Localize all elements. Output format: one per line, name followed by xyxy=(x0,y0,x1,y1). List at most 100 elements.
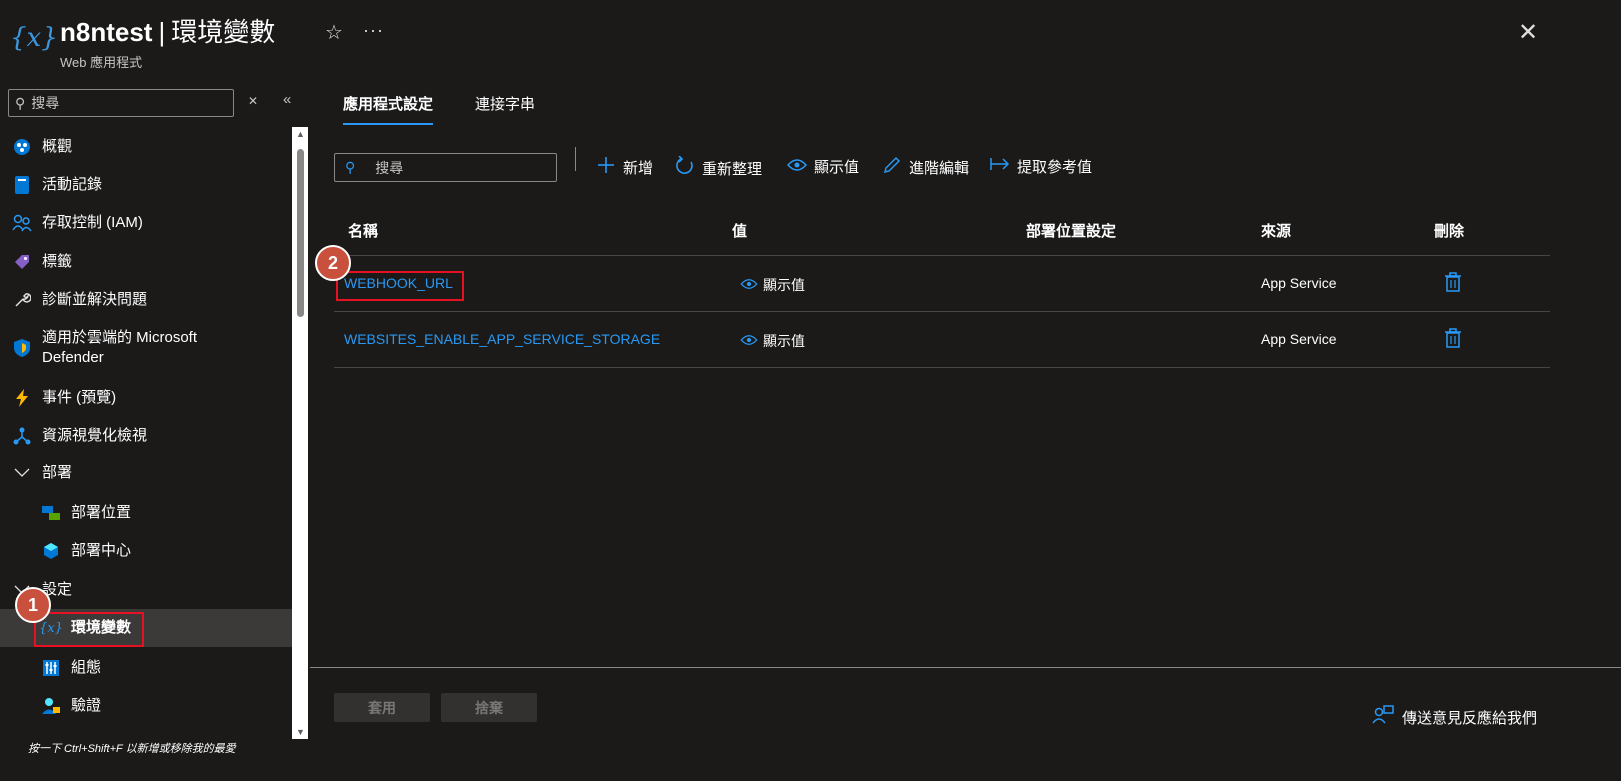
search-placeholder: 搜尋 xyxy=(31,95,60,111)
overview-icon xyxy=(12,137,32,157)
pull-reference-button[interactable]: 提取參考值 xyxy=(989,156,1092,177)
settings-search-input[interactable]: ⚲ 搜尋 xyxy=(334,153,557,182)
title-separator: | xyxy=(158,17,166,47)
main-content: 應用程式設定 連接字串 ⚲ 搜尋 新增 重新整理 顯示值 進階編輯 提取參考值 xyxy=(310,80,1621,781)
iam-icon xyxy=(12,213,32,233)
column-header-name[interactable]: 名稱 xyxy=(348,220,378,241)
step-badge-1: 1 xyxy=(15,587,51,623)
show-value-link[interactable]: 顯示值 xyxy=(740,275,805,295)
sidebar-item-label: 部署 xyxy=(42,464,73,481)
scroll-up-arrow-icon[interactable]: ▲ xyxy=(296,129,305,139)
search-icon: ⚲ xyxy=(345,159,356,175)
column-header-slot-setting[interactable]: 部署位置設定 xyxy=(1026,220,1116,241)
feedback-label: 傳送意見反應給我們 xyxy=(1402,710,1538,727)
delete-icon[interactable] xyxy=(1444,328,1462,353)
sidebar-item-configuration[interactable]: 組態 xyxy=(0,657,292,679)
table-row: WEBSITES_ENABLE_APP_SERVICE_STORAGE 顯示值 … xyxy=(334,312,1550,368)
collapse-menu-icon[interactable]: « xyxy=(283,91,291,108)
advanced-edit-label: 進階編輯 xyxy=(909,160,970,177)
sidebar-item-events[interactable]: 事件 (預覽) xyxy=(0,387,292,409)
sidebar-item-overview[interactable]: 概觀 xyxy=(0,136,292,158)
environment-variable-icon: {x} xyxy=(10,23,58,53)
footer-divider xyxy=(310,667,1621,668)
close-icon[interactable]: ✕ xyxy=(1518,18,1538,47)
menu-search-input[interactable]: ⚲ 搜尋 xyxy=(8,89,234,117)
plus-icon xyxy=(595,156,617,179)
source-value: App Service xyxy=(1261,275,1337,291)
scrollbar-thumb[interactable] xyxy=(297,149,304,317)
delete-icon[interactable] xyxy=(1444,272,1462,297)
tag-icon xyxy=(12,252,32,272)
arrow-to-line-icon xyxy=(989,156,1011,177)
lightning-icon xyxy=(12,388,32,408)
pull-reference-label: 提取參考值 xyxy=(1017,159,1093,176)
step-badge-2: 2 xyxy=(315,245,351,281)
apply-button[interactable]: 套用 xyxy=(334,693,430,722)
search-placeholder: 搜尋 xyxy=(375,159,404,176)
chevron-down-icon xyxy=(12,463,32,483)
sidebar-item-label: 事件 (預覽) xyxy=(42,389,117,406)
sidebar-item-diagnose[interactable]: 診斷並解決問題 xyxy=(0,289,292,311)
scroll-down-arrow-icon[interactable]: ▼ xyxy=(296,727,305,737)
sidebar-group-deployment[interactable]: 部署 xyxy=(0,462,292,484)
sidebar-item-deployment-slots[interactable]: 部署位置 xyxy=(0,502,292,524)
favorite-star-icon[interactable]: ☆ xyxy=(325,20,343,45)
eye-icon xyxy=(740,333,758,350)
setting-name-link[interactable]: WEBSITES_ENABLE_APP_SERVICE_STORAGE xyxy=(344,331,660,347)
more-options-icon[interactable]: ··· xyxy=(363,20,384,41)
add-button[interactable]: 新增 xyxy=(595,156,653,179)
tab-connection-strings[interactable]: 連接字串 xyxy=(475,93,535,114)
clear-search-icon[interactable]: ✕ xyxy=(248,94,258,108)
deployment-center-icon xyxy=(41,541,61,561)
toolbar-divider xyxy=(575,147,576,171)
setting-name-link[interactable]: WEBHOOK_URL xyxy=(344,275,453,291)
show-value-link[interactable]: 顯示值 xyxy=(740,331,805,351)
eye-icon xyxy=(740,277,758,294)
show-values-button[interactable]: 顯示值 xyxy=(786,156,859,177)
sidebar-item-label: 資源視覺化檢視 xyxy=(42,427,148,444)
sidebar-item-iam[interactable]: 存取控制 (IAM) xyxy=(0,212,292,234)
page-name: 環境變數 xyxy=(171,17,276,47)
sidebar-item-activity-log[interactable]: 活動記錄 xyxy=(0,174,292,196)
deployment-slots-icon xyxy=(41,503,61,523)
discard-button[interactable]: 捨棄 xyxy=(441,693,537,722)
blade-header: {x} n8ntest | 環境變數 Web 應用程式 ☆ ··· ✕ xyxy=(0,0,1621,80)
refresh-label: 重新整理 xyxy=(702,161,763,178)
refresh-icon xyxy=(674,155,696,181)
sidebar-item-deployment-center[interactable]: 部署中心 xyxy=(0,540,292,562)
sidebar-item-label: 環境變數 xyxy=(71,619,132,636)
sidebar-item-tags[interactable]: 標籤 xyxy=(0,251,292,273)
refresh-button[interactable]: 重新整理 xyxy=(674,155,763,181)
send-feedback-link[interactable]: 傳送意見反應給我們 xyxy=(1372,705,1537,730)
table-row: WEBHOOK_URL 顯示值 App Service xyxy=(334,256,1550,312)
add-label: 新增 xyxy=(623,160,654,177)
favorites-hint: 按一下 Ctrl+Shift+F 以新增或移除我的最愛 xyxy=(28,743,236,755)
column-header-delete: 刪除 xyxy=(1434,223,1465,240)
tab-app-settings[interactable]: 應用程式設定 xyxy=(343,93,434,125)
shield-icon xyxy=(12,338,32,358)
feedback-icon xyxy=(1372,705,1394,730)
eye-icon xyxy=(786,156,808,177)
activity-log-icon xyxy=(12,175,32,195)
configuration-icon xyxy=(41,658,61,678)
table-header: 名稱 值 部署位置設定 來源 刪除 xyxy=(334,205,1550,256)
sidebar-item-label: 部署中心 xyxy=(71,542,132,559)
sidebar-item-label: 部署位置 xyxy=(71,504,132,521)
sidebar-item-label: 活動記錄 xyxy=(42,176,103,193)
sidebar-item-defender[interactable]: 適用於雲端的 Microsoft Defender xyxy=(0,327,292,369)
advanced-edit-button[interactable]: 進階編輯 xyxy=(881,156,969,179)
wrench-icon xyxy=(12,290,32,310)
column-header-value[interactable]: 值 xyxy=(732,220,747,241)
show-values-label: 顯示值 xyxy=(814,159,860,176)
resource-name: n8ntest xyxy=(60,17,153,47)
authentication-icon xyxy=(41,696,61,716)
sidebar-item-visualizer[interactable]: 資源視覺化檢視 xyxy=(0,425,292,447)
sidebar-item-authentication[interactable]: 驗證 xyxy=(0,695,292,717)
sidebar-item-label: 診斷並解決問題 xyxy=(42,291,148,308)
column-header-source[interactable]: 來源 xyxy=(1261,220,1291,241)
variable-icon: {x} xyxy=(39,620,63,636)
resource-menu: ⚲ 搜尋 ✕ « 概觀 活動記錄 存取控制 (IAM) 標籤 診斷並解決問題 適… xyxy=(0,80,310,781)
menu-scrollbar[interactable]: ▲ ▼ xyxy=(292,127,308,739)
source-value: App Service xyxy=(1261,331,1337,347)
pencil-icon xyxy=(881,156,903,179)
